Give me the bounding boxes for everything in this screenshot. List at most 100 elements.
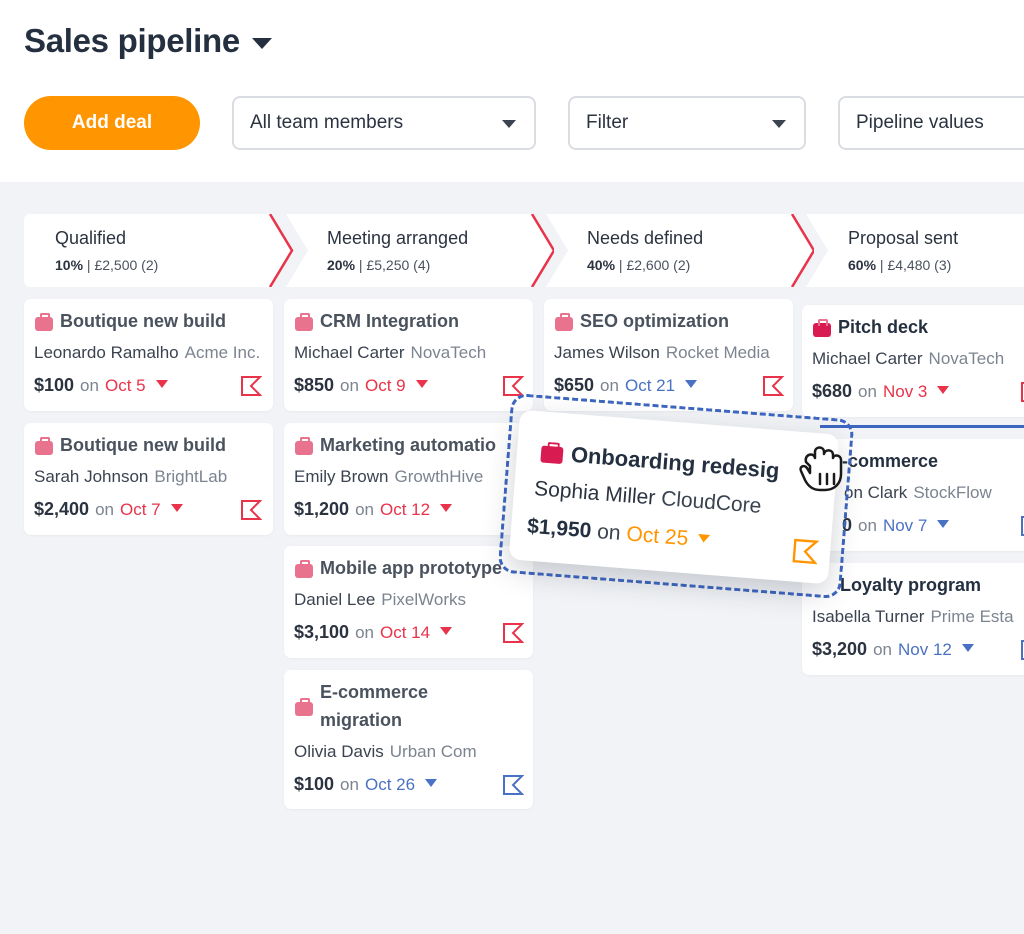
date-prefix: on (340, 775, 359, 794)
deal-due-date: Oct 5 (104, 376, 146, 395)
flag-icon[interactable] (240, 375, 262, 397)
date-prefix: on (95, 500, 114, 519)
flag-icon[interactable] (502, 622, 524, 644)
stage-percent: 40% (587, 257, 616, 273)
briefcase-icon (555, 313, 573, 331)
deal-contact: Michael Carter (812, 349, 923, 368)
pipeline-selector[interactable]: Sales pipeline (24, 22, 272, 60)
stage-percent: 60% (848, 257, 877, 273)
flag-icon[interactable] (1020, 515, 1024, 537)
deal-value: $100 (34, 375, 75, 395)
stage-arrow-shape (806, 214, 1024, 287)
team-member-select[interactable]: All team members (232, 96, 536, 150)
chevron-down-icon[interactable] (440, 504, 453, 513)
chevron-down-icon[interactable] (937, 520, 950, 529)
app-frame: Sales pipeline Add deal All team members… (0, 0, 1024, 934)
deal-organization: Urban Com (389, 742, 477, 761)
deal-value: $1,950 (526, 514, 593, 543)
deal-value: $680 (812, 381, 853, 401)
dragged-deal[interactable]: Onboarding redesig Sophia Miller CloudCor… (497, 392, 864, 602)
deal-organization: PixelWorks (381, 590, 466, 609)
chevron-down-icon[interactable] (937, 386, 950, 395)
deal-organization: StockFlow (913, 483, 992, 502)
deal-card[interactable]: E-commerce migration Olivia Davis Urban C… (284, 670, 533, 809)
deal-value: $100 (294, 774, 335, 794)
briefcase-icon (35, 313, 53, 331)
deal-due-date: Oct 26 (364, 775, 416, 794)
deal-contact: Olivia Davis (294, 742, 384, 761)
briefcase-icon (295, 437, 313, 455)
deal-organization: Acme Inc. (184, 343, 261, 362)
deal-value: $1,200 (294, 499, 350, 519)
deal-card[interactable]: Boutique new build Sarah Johnson BrightLa… (24, 423, 273, 535)
deal-contact: Emily Brown (294, 467, 389, 486)
filter-select-value: Filter (586, 112, 629, 133)
stage-name: Proposal sent (848, 228, 959, 248)
deal-card-dragging[interactable]: Onboarding redesig Sophia Miller CloudCor… (508, 409, 840, 585)
deal-contact: Isabella Turner (812, 607, 925, 626)
briefcase-icon (295, 313, 313, 331)
flag-icon[interactable] (791, 537, 820, 565)
deal-organization: NovaTech (928, 349, 1005, 368)
flag-icon[interactable] (762, 375, 784, 397)
deal-organization: NovaTech (410, 343, 487, 362)
flag-icon[interactable] (1020, 381, 1024, 403)
date-prefix: on (355, 500, 374, 519)
toolbar: Sales pipeline Add deal All team members… (0, 0, 1024, 182)
chevron-down-icon (772, 120, 786, 128)
deal-title: CRM Integration (320, 311, 459, 331)
chevron-down-icon (251, 37, 272, 49)
chevron-down-icon[interactable] (415, 380, 428, 389)
deal-organization: BrightLab (154, 467, 228, 486)
chevron-down-icon[interactable] (440, 627, 453, 636)
deal-contact: James Wilson (554, 343, 660, 362)
flag-icon[interactable] (1020, 639, 1024, 661)
deal-due-date: Nov 3 (882, 382, 928, 401)
deal-due-date: Oct 25 (625, 522, 690, 551)
chevron-down-icon[interactable] (425, 779, 438, 788)
stage-percent: 20% (327, 257, 356, 273)
date-prefix: on (355, 623, 374, 642)
deal-contact: Sophia Miller (533, 477, 657, 510)
chevron-down-icon[interactable] (170, 504, 183, 513)
add-deal-button[interactable]: Add deal (24, 96, 200, 150)
stage-summary: | £4,480 (3) (879, 257, 952, 273)
flag-icon[interactable] (240, 499, 262, 521)
briefcase-icon (295, 698, 313, 716)
deal-card[interactable]: Pitch deck Michael Carter NovaTech $680 on… (802, 305, 1024, 417)
grab-hand-cursor-icon (799, 446, 843, 492)
deal-title-line-2: migration (320, 710, 403, 730)
stage-header-meeting-arranged: Meeting arranged 20% | £5,250 (4) (286, 214, 554, 287)
deal-title: Mobile app prototype (320, 558, 502, 578)
stage-summary: | £5,250 (4) (358, 257, 431, 273)
stage-arrow-shape (24, 214, 294, 287)
deal-card[interactable]: CRM Integration Michael Carter NovaTech $… (284, 299, 533, 411)
deal-title: Boutique new build (60, 311, 226, 331)
stage-arrow-shape (286, 214, 554, 287)
stage-percent: 10% (55, 257, 84, 273)
pipeline-values-select[interactable]: Pipeline values (838, 96, 1024, 150)
deal-contact: Leonardo Ramalho (34, 343, 179, 362)
deal-card[interactable]: Mobile app prototype Daniel Lee PixelWork… (284, 546, 533, 658)
deal-organization: Prime Esta (930, 607, 1014, 626)
flag-icon[interactable] (502, 774, 524, 796)
chevron-down-icon[interactable] (697, 534, 711, 544)
deal-due-date: Oct 21 (624, 376, 676, 395)
date-prefix: on (858, 382, 877, 401)
chevron-down-icon[interactable] (961, 644, 974, 653)
deal-value: $2,400 (34, 499, 90, 519)
stage-name: Meeting arranged (327, 228, 469, 248)
deal-contact: Daniel Lee (294, 590, 376, 609)
date-prefix: on (80, 376, 99, 395)
deal-card[interactable]: Marketing automatio Emily Brown GrowthHiv… (284, 423, 533, 535)
deal-card[interactable]: SEO optimization James Wilson Rocket Medi… (544, 299, 793, 411)
chevron-down-icon[interactable] (155, 380, 168, 389)
deal-title-line-1: E-commerce (320, 682, 429, 702)
deal-organization: CloudCore (660, 487, 763, 518)
chevron-down-icon[interactable] (685, 380, 698, 389)
deal-value: $850 (294, 375, 335, 395)
deal-title: Onboarding redesig (570, 441, 781, 484)
deal-card[interactable]: Boutique new build Leonardo Ramalho Acme … (24, 299, 273, 411)
briefcase-icon (813, 319, 831, 337)
filter-select[interactable]: Filter (568, 96, 806, 150)
